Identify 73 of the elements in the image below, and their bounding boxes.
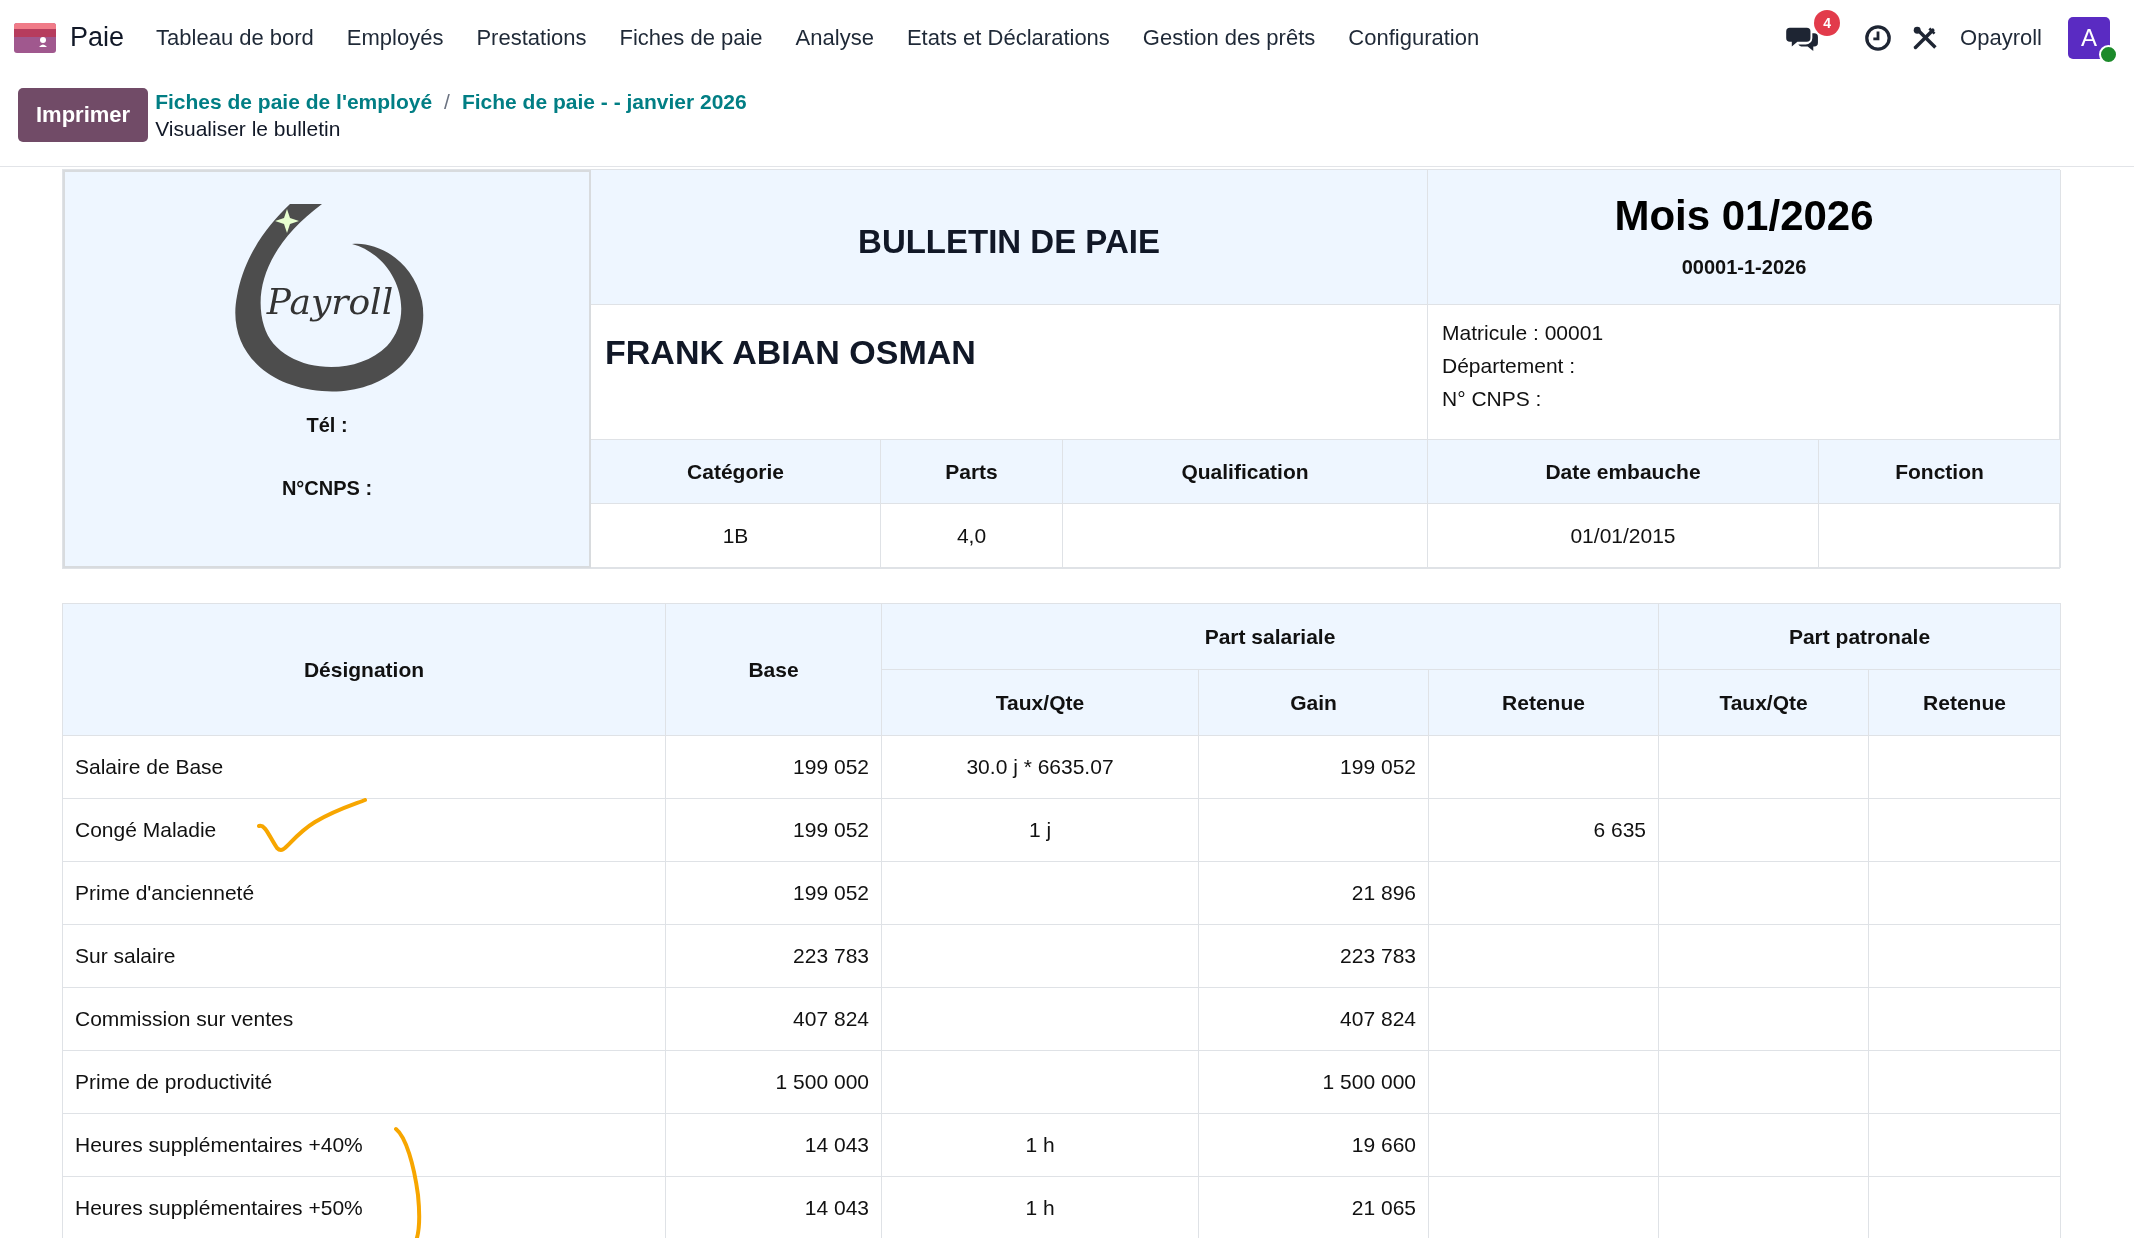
menu-item[interactable]: Gestion des prêts <box>1142 24 1316 51</box>
breadcrumb-link[interactable]: Fiche de paie - - janvier 2026 <box>461 89 747 114</box>
menu-item[interactable]: Prestations <box>476 24 587 51</box>
column-header: Gain <box>1198 669 1429 736</box>
table-cell: 1 500 000 <box>1198 1050 1429 1114</box>
table-cell: Commission sur ventes <box>62 987 666 1051</box>
table-cell: 6 635 <box>1428 798 1659 862</box>
table-cell: 223 783 <box>665 924 882 988</box>
table-cell: 1 j <box>881 798 1199 862</box>
table-cell: 199 052 <box>665 735 882 799</box>
print-button[interactable]: Imprimer <box>18 88 149 142</box>
app-name[interactable]: Paie <box>70 22 125 53</box>
table-cell: Salaire de Base <box>62 735 666 799</box>
column-header: Qualification <box>1063 440 1428 504</box>
column-header: Taux/Qte <box>1658 669 1869 736</box>
company-info: N°CNPS : <box>281 477 373 500</box>
breadcrumb-separator: / <box>444 89 450 114</box>
column-header: Date embauche <box>1428 440 1819 504</box>
notification-badge: 4 <box>1814 9 1841 36</box>
column-header: Base <box>665 603 882 736</box>
table-cell: Heures supplémentaires +50% <box>62 1176 666 1238</box>
page-subtitle: Visualiser le bulletin <box>155 116 342 141</box>
table-cell: 1 500 000 <box>665 1050 882 1114</box>
table-cell: 30.0 j * 6635.07 <box>881 735 1199 799</box>
table-cell: 01/01/2015 <box>1428 504 1819 568</box>
table-cell: Sur salaire <box>62 924 666 988</box>
payslip-reference: 00001-1-2026 <box>1681 256 1807 279</box>
sparkle-icon <box>275 209 299 233</box>
table-cell: 407 824 <box>1198 987 1429 1051</box>
column-header: Retenue <box>1428 669 1659 736</box>
column-group-header: Part salariale <box>881 603 1659 670</box>
column-header: Désignation <box>62 603 666 736</box>
app-icon[interactable] <box>14 22 56 53</box>
table-cell: 199 052 <box>665 861 882 925</box>
table-cell: 19 660 <box>1198 1113 1429 1177</box>
table-cell: Prime de productivité <box>62 1050 666 1114</box>
employee-info: Matricule : 00001 <box>1442 321 1605 345</box>
employee-info: Département : <box>1442 354 1577 378</box>
menu-item[interactable]: Employés <box>346 24 444 51</box>
menu-item[interactable]: Fiches de paie <box>619 24 763 51</box>
table-cell: 199 052 <box>665 798 882 862</box>
table-cell: 14 043 <box>665 1113 882 1177</box>
column-header: Retenue <box>1868 669 2061 736</box>
table-cell: 4,0 <box>881 504 1063 568</box>
column-header: Parts <box>881 440 1063 504</box>
employee-info: N° CNPS : <box>1442 387 1543 411</box>
table-cell: Prime d'ancienneté <box>62 861 666 925</box>
breadcrumb-link[interactable]: Fiches de paie de l'employé <box>155 89 433 114</box>
clock-icon[interactable] <box>1864 23 1893 52</box>
menu-item[interactable]: Etats et Déclarations <box>906 24 1110 51</box>
pay-month: Mois 01/2026 <box>1614 192 1874 240</box>
user-avatar[interactable]: A <box>2068 16 2110 59</box>
column-header: Fonction <box>1819 440 2061 504</box>
employee-name: FRANK ABIAN OSMAN <box>605 333 976 371</box>
table-cell: 1B <box>591 504 881 568</box>
menu-item[interactable]: Configuration <box>1348 24 1480 51</box>
table-cell: 21 896 <box>1198 861 1429 925</box>
tools-icon[interactable] <box>1912 24 1939 51</box>
user-name[interactable]: Opayroll <box>1960 24 2042 51</box>
logo-text: Payroll <box>266 281 394 322</box>
column-group-header: Part patronale <box>1658 603 2061 670</box>
menu-item[interactable]: Tableau de bord <box>156 24 314 51</box>
document-title: BULLETIN DE PAIE <box>858 223 1160 261</box>
menu-item[interactable]: Analyse <box>795 24 874 51</box>
table-cell: Congé Maladie <box>62 798 666 862</box>
table-cell: 1 h <box>881 1113 1199 1177</box>
column-header: Taux/Qte <box>881 669 1199 736</box>
company-info: Tél : <box>306 414 348 437</box>
table-cell: 199 052 <box>1198 735 1429 799</box>
column-header: Catégorie <box>591 440 881 504</box>
table-cell: 407 824 <box>665 987 882 1051</box>
table-cell: Heures supplémentaires +40% <box>62 1113 666 1177</box>
table-cell: 223 783 <box>1198 924 1429 988</box>
